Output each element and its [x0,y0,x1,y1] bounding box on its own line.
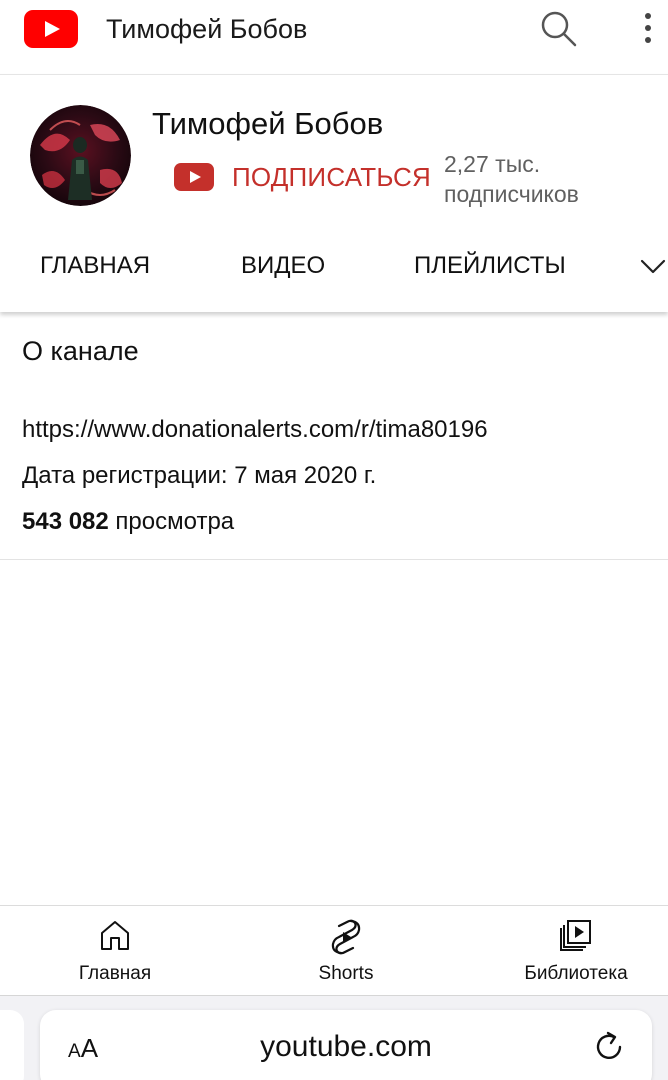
nav-shorts[interactable]: Shorts [266,906,426,996]
browser-toolbar: AA youtube.com [0,995,668,1080]
tab-home[interactable]: ГЛАВНАЯ [40,245,150,287]
registration-date: Дата регистрации: 7 мая 2020 г. [22,462,377,489]
previous-tab-peek[interactable] [0,1010,24,1080]
subscribe-button[interactable]: ПОДПИСАТЬСЯ [174,157,431,197]
chevron-down-icon[interactable] [640,255,666,277]
reload-icon[interactable] [592,1030,626,1064]
nav-library[interactable]: Библиотека [496,906,656,996]
view-count-number: 543 082 [22,508,109,535]
about-link[interactable]: https://www.donationalerts.com/r/tima801… [22,414,488,446]
more-vertical-icon[interactable] [636,8,660,48]
youtube-logo-icon[interactable] [24,10,78,48]
about-section: О канале https://www.donationalerts.com/… [0,312,668,560]
subscriber-count-label: подписчиков [444,181,579,207]
nav-home[interactable]: Главная [35,906,195,996]
bottom-navigation: Главная Shorts Библиотека [0,905,668,997]
nav-home-label: Главная [78,963,152,984]
search-icon[interactable] [538,8,578,48]
about-title: О канале [22,336,139,366]
channel-header: Тимофей Бобов ПОДПИСАТЬСЯ 2,27 тыс. подп… [0,74,668,312]
app-header: Тимофей Бобов [0,0,668,74]
tab-videos[interactable]: ВИДЕО [241,245,325,287]
channel-name: Тимофей Бобов [152,106,384,141]
youtube-subscribe-icon [174,163,214,191]
view-count-label: просмотра [108,508,235,535]
tab-playlists[interactable]: ПЛЕЙЛИСТЫ [414,245,566,287]
address-bar[interactable]: AA youtube.com [40,1010,652,1080]
view-count: 543 082 просмотра [22,506,234,538]
nav-shorts-label: Shorts [318,963,374,984]
header-title: Тимофей Бобов [106,14,308,44]
channel-tabs: ГЛАВНАЯ ВИДЕО ПЛЕЙЛИСТЫ [0,245,668,287]
nav-library-label: Библиотека [524,963,628,984]
shorts-icon [331,919,361,955]
subscriber-count: 2,27 тыс. подписчиков [444,149,664,209]
url-text: youtube.com [260,1030,432,1063]
channel-avatar[interactable] [30,105,131,206]
library-icon [560,920,591,951]
subscriber-count-number: 2,27 тыс. [444,151,541,177]
home-icon [101,921,129,950]
subscribe-label: ПОДПИСАТЬСЯ [232,161,431,192]
